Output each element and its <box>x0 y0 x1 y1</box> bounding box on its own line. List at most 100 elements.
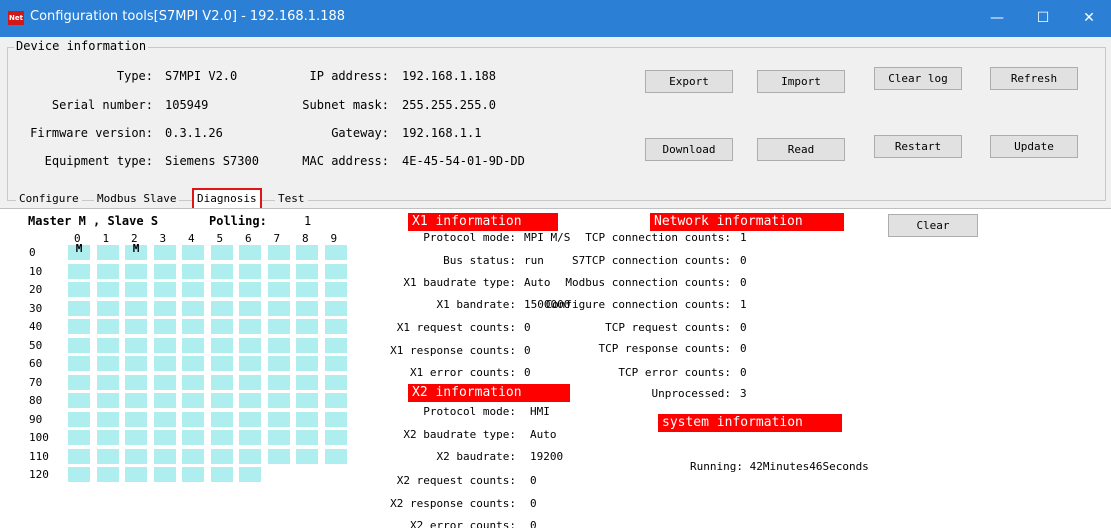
station-cell[interactable] <box>324 263 347 279</box>
station-cell[interactable] <box>296 282 318 297</box>
station-cell[interactable] <box>239 245 261 260</box>
station-cell[interactable] <box>267 430 290 445</box>
station-cell[interactable] <box>182 356 204 371</box>
station-cell[interactable] <box>239 356 261 371</box>
station-cell[interactable] <box>239 337 261 353</box>
station-cell[interactable] <box>296 319 318 334</box>
restart-button[interactable]: Restart <box>874 135 962 158</box>
station-cell[interactable] <box>125 319 147 334</box>
station-cell[interactable] <box>182 430 204 445</box>
station-cell[interactable] <box>125 282 147 297</box>
station-cell[interactable] <box>125 411 147 427</box>
station-cell[interactable] <box>239 393 261 408</box>
station-cell[interactable] <box>210 319 233 334</box>
tab-configure[interactable]: Configure <box>16 190 82 208</box>
station-cell[interactable] <box>153 282 176 297</box>
station-cell[interactable] <box>68 374 90 390</box>
station-cell[interactable] <box>68 393 90 408</box>
station-cell[interactable] <box>267 411 290 427</box>
station-cell[interactable] <box>153 448 176 464</box>
station-cell[interactable] <box>96 374 119 390</box>
station-cell[interactable] <box>239 411 261 427</box>
station-cell[interactable] <box>267 448 290 464</box>
station-cell[interactable] <box>239 374 261 390</box>
station-cell[interactable] <box>324 430 347 445</box>
station-cell[interactable] <box>296 300 318 316</box>
station-cell[interactable] <box>125 263 147 279</box>
station-cell[interactable] <box>296 411 318 427</box>
station-cell[interactable] <box>296 337 318 353</box>
station-cell[interactable] <box>296 245 318 260</box>
clear-log-button[interactable]: Clear log <box>874 67 962 90</box>
station-cell[interactable] <box>68 411 90 427</box>
station-cell[interactable] <box>324 393 347 408</box>
station-cell[interactable] <box>210 300 233 316</box>
station-cell[interactable] <box>324 374 347 390</box>
station-cell[interactable] <box>239 300 261 316</box>
station-cell[interactable] <box>125 430 147 445</box>
station-cell[interactable] <box>324 337 347 353</box>
station-cell[interactable] <box>239 282 261 297</box>
update-button[interactable]: Update <box>990 135 1078 158</box>
station-cell[interactable] <box>182 448 204 464</box>
close-button[interactable]: ✕ <box>1066 0 1111 37</box>
station-cell[interactable] <box>210 282 233 297</box>
station-cell[interactable] <box>153 356 176 371</box>
station-cell[interactable] <box>210 356 233 371</box>
station-cell[interactable] <box>153 319 176 334</box>
station-cell[interactable] <box>267 245 290 260</box>
station-cell[interactable] <box>267 374 290 390</box>
station-cell[interactable] <box>182 300 204 316</box>
station-cell[interactable] <box>182 393 204 408</box>
station-cell[interactable] <box>182 411 204 427</box>
station-cell[interactable] <box>182 245 204 260</box>
station-cell[interactable] <box>210 245 233 260</box>
station-cell[interactable] <box>267 319 290 334</box>
station-cell[interactable] <box>153 411 176 427</box>
station-cell[interactable] <box>68 467 90 482</box>
station-cell[interactable] <box>125 467 147 482</box>
station-cell[interactable] <box>210 263 233 279</box>
station-cell[interactable] <box>96 411 119 427</box>
station-cell[interactable] <box>296 356 318 371</box>
station-cell[interactable] <box>96 448 119 464</box>
station-cell[interactable] <box>96 430 119 445</box>
station-cell[interactable] <box>96 467 119 482</box>
station-cell[interactable] <box>324 319 347 334</box>
station-cell[interactable] <box>324 448 347 464</box>
tab-test[interactable]: Test <box>275 190 308 208</box>
station-cell[interactable] <box>96 245 119 260</box>
download-button[interactable]: Download <box>645 138 733 161</box>
maximize-button[interactable]: ☐ <box>1020 0 1066 37</box>
station-cell[interactable] <box>68 300 90 316</box>
station-cell[interactable] <box>153 245 176 260</box>
station-cell[interactable] <box>267 356 290 371</box>
station-cell[interactable] <box>153 393 176 408</box>
station-cell[interactable] <box>210 467 233 482</box>
refresh-button[interactable]: Refresh <box>990 67 1078 90</box>
station-cell[interactable] <box>324 411 347 427</box>
station-cell[interactable] <box>125 393 147 408</box>
station-cell[interactable] <box>267 393 290 408</box>
station-cell[interactable] <box>210 430 233 445</box>
station-cell[interactable] <box>210 374 233 390</box>
read-button[interactable]: Read <box>757 138 845 161</box>
station-cell[interactable] <box>125 337 147 353</box>
station-cell[interactable] <box>153 374 176 390</box>
station-cell[interactable] <box>210 411 233 427</box>
station-cell[interactable] <box>182 467 204 482</box>
station-cell[interactable] <box>153 300 176 316</box>
import-button[interactable]: Import <box>757 70 845 93</box>
station-cell[interactable] <box>324 300 347 316</box>
station-cell[interactable] <box>296 393 318 408</box>
station-cell[interactable] <box>239 319 261 334</box>
station-cell[interactable] <box>296 374 318 390</box>
station-cell[interactable] <box>324 356 347 371</box>
station-cell[interactable] <box>96 393 119 408</box>
station-cell[interactable] <box>153 337 176 353</box>
station-cell[interactable] <box>153 467 176 482</box>
station-cell[interactable] <box>267 300 290 316</box>
station-cell[interactable] <box>68 337 90 353</box>
minimize-button[interactable]: — <box>974 0 1020 37</box>
station-cell[interactable] <box>239 430 261 445</box>
